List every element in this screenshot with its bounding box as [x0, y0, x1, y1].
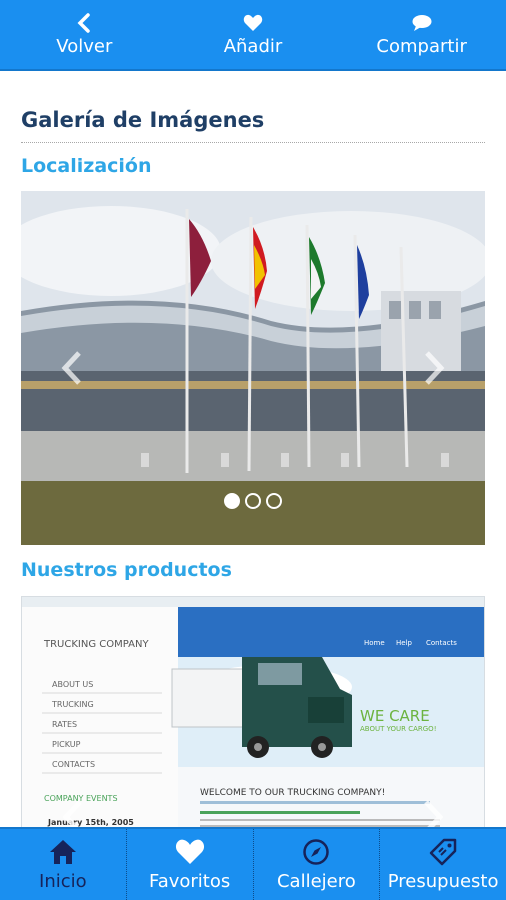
svg-text:PICKUP: PICKUP	[52, 740, 81, 749]
svg-text:TRUCKING: TRUCKING	[51, 700, 94, 709]
svg-text:Home: Home	[364, 639, 385, 647]
svg-text:Help: Help	[396, 639, 413, 647]
tag-icon	[428, 837, 458, 867]
svg-text:WE CARE: WE CARE	[360, 707, 430, 725]
section-title-products: Nuestros productos	[21, 559, 232, 581]
nav-label-callejero: Callejero	[276, 871, 356, 892]
back-button[interactable]: Volver	[0, 0, 168, 70]
nav-label-presupuesto: Presupuesto	[387, 871, 499, 892]
svg-text:RATES: RATES	[52, 720, 77, 729]
carousel-dot[interactable]	[224, 493, 240, 509]
carousel-prev-arrow[interactable]	[61, 350, 83, 386]
chevron-left-icon	[77, 12, 91, 34]
main-content: Galería de Imágenes Localización Nuestro…	[21, 72, 485, 836]
share-label: Compartir	[376, 36, 467, 57]
location-photo	[21, 191, 485, 545]
products-photo: TRUCKING COMPANY ABOUT US TRUCKING RATES…	[22, 597, 484, 835]
heart-icon	[175, 837, 205, 867]
section-title-location: Localización	[21, 155, 152, 177]
svg-text:ABOUT US: ABOUT US	[52, 680, 93, 689]
svg-text:ABOUT YOUR CARGO!: ABOUT YOUR CARGO!	[360, 725, 437, 733]
add-favorite-button[interactable]: Añadir	[169, 0, 337, 70]
carousel-dot[interactable]	[266, 493, 282, 509]
share-button[interactable]: Compartir	[338, 0, 506, 70]
svg-text:Contacts: Contacts	[426, 639, 457, 647]
add-label: Añadir	[223, 36, 283, 57]
nav-item-favoritos[interactable]: Favoritos	[127, 829, 254, 900]
bottom-navigation-bar: Inicio Favoritos Callejero Presupuesto	[0, 827, 506, 900]
home-icon	[48, 837, 78, 867]
comment-icon	[412, 12, 432, 34]
back-label: Volver	[56, 36, 113, 57]
svg-text:January 15th, 2005: January 15th, 2005	[47, 818, 134, 827]
carousel-pagination	[21, 493, 485, 509]
top-action-bar: Volver Añadir Compartir	[0, 0, 506, 71]
products-image-carousel[interactable]: TRUCKING COMPANY ABOUT US TRUCKING RATES…	[21, 596, 485, 836]
nav-label-inicio: Inicio	[39, 871, 87, 892]
carousel-next-arrow[interactable]	[423, 350, 445, 386]
svg-text:CONTACTS: CONTACTS	[52, 760, 95, 769]
page-title: Galería de Imágenes	[21, 108, 485, 143]
carousel-dot[interactable]	[245, 493, 261, 509]
nav-item-inicio[interactable]: Inicio	[0, 829, 127, 900]
product-company-name: TRUCKING COMPANY	[43, 639, 149, 650]
location-image-carousel[interactable]	[21, 191, 485, 545]
nav-label-favoritos: Favoritos	[149, 871, 231, 892]
svg-text:WELCOME TO OUR TRUCKING COMPAN: WELCOME TO OUR TRUCKING COMPANY!	[200, 788, 385, 798]
compass-icon	[302, 837, 330, 867]
nav-item-callejero[interactable]: Callejero	[254, 829, 381, 900]
nav-item-presupuesto[interactable]: Presupuesto	[380, 829, 506, 900]
heart-icon	[243, 12, 263, 34]
